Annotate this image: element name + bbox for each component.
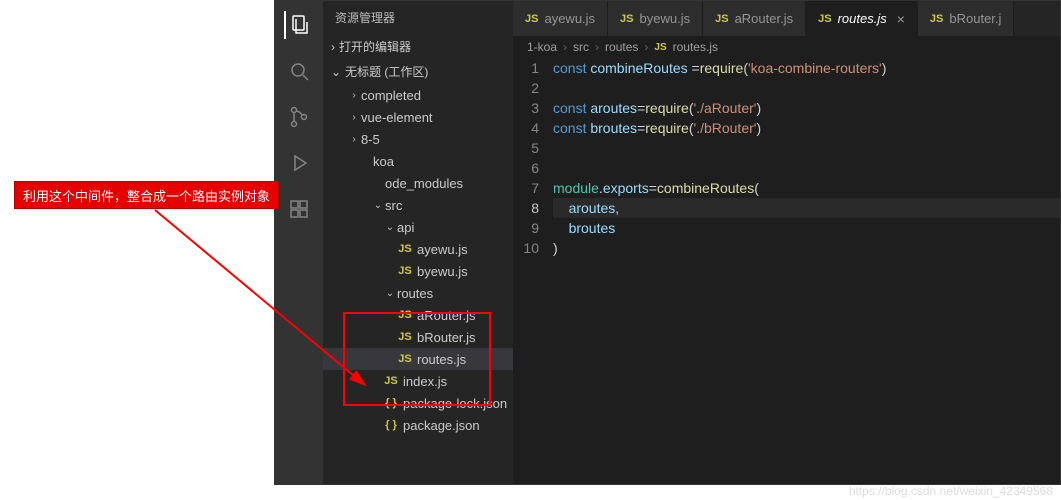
tab-arouter[interactable]: JSaRouter.js: [703, 1, 806, 36]
tab-byewu[interactable]: JSbyewu.js: [608, 1, 703, 36]
tab-routes[interactable]: JSroutes.js×: [806, 1, 918, 36]
search-icon[interactable]: [285, 57, 313, 85]
debug-icon[interactable]: [285, 149, 313, 177]
crumb-4[interactable]: routes.js: [673, 40, 718, 54]
code-line: const combineRoutes =require('koa-combin…: [553, 58, 1060, 78]
folder-8-5[interactable]: ›8-5: [323, 128, 513, 150]
open-editors-header[interactable]: ›打开的编辑器: [323, 34, 513, 59]
chevron-down-icon: ⌄: [331, 65, 341, 79]
code-line: aroutes,: [553, 198, 1060, 218]
file-routes[interactable]: JSroutes.js: [323, 348, 513, 370]
extensions-icon[interactable]: [285, 195, 313, 223]
file-brouter[interactable]: JSbRouter.js: [323, 326, 513, 348]
js-icon: JS: [397, 353, 413, 365]
crumb-2[interactable]: src: [573, 40, 589, 54]
tab-ayewu[interactable]: JSayewu.js: [513, 1, 608, 36]
folder-vue-element[interactable]: ›vue-element: [323, 106, 513, 128]
folder-src[interactable]: ⌄src: [323, 194, 513, 216]
json-icon: { }: [383, 419, 399, 431]
code-line: const broutes=require('./bRouter'): [553, 118, 1060, 138]
js-icon: JS: [397, 309, 413, 321]
js-icon: JS: [383, 375, 399, 387]
code-line: [553, 138, 1060, 158]
code-line: broutes: [553, 218, 1060, 238]
explorer-sidebar: 资源管理器 ›打开的编辑器 ⌄无标题 (工作区) ›completed ›vue…: [323, 1, 513, 484]
js-icon: JS: [397, 243, 413, 255]
folder-api[interactable]: ⌄api: [323, 216, 513, 238]
file-pkg-lock[interactable]: { }package-lock.json: [323, 392, 513, 414]
chevron-right-icon: ›: [347, 90, 361, 101]
file-index[interactable]: JSindex.js: [323, 370, 513, 392]
code-line: const aroutes=require('./aRouter'): [553, 98, 1060, 118]
chevron-right-icon: ›: [347, 134, 361, 145]
file-byewu[interactable]: JSbyewu.js: [323, 260, 513, 282]
folder-koa[interactable]: koa: [323, 150, 513, 172]
workspace-header[interactable]: ⌄无标题 (工作区): [323, 59, 513, 84]
js-icon: JS: [397, 331, 413, 343]
crumb-3[interactable]: routes: [605, 40, 638, 54]
folder-node-modules[interactable]: ode_modules: [323, 172, 513, 194]
folder-completed[interactable]: ›completed: [323, 84, 513, 106]
file-arouter[interactable]: JSaRouter.js: [323, 304, 513, 326]
editor-tabs: JSayewu.js JSbyewu.js JSaRouter.js JSrou…: [513, 1, 1060, 36]
json-icon: { }: [383, 397, 399, 409]
js-icon: JS: [525, 13, 538, 25]
js-icon: JS: [818, 13, 831, 25]
annotation-callout: 利用这个中间件，整合成一个路由实例对象: [14, 181, 279, 209]
code-line: module.exports=combineRoutes(: [553, 178, 1060, 198]
breadcrumb[interactable]: 1-koa › src › routes › JS routes.js: [513, 36, 1060, 58]
file-tree: ›completed ›vue-element ›8-5 koa ode_mod…: [323, 84, 513, 484]
code-line: [553, 78, 1060, 98]
chevron-right-icon: ›: [347, 112, 361, 123]
chevron-right-icon: ›: [563, 40, 567, 54]
close-icon[interactable]: ×: [897, 11, 905, 27]
file-ayewu[interactable]: JSayewu.js: [323, 238, 513, 260]
js-icon: JS: [654, 42, 666, 53]
js-icon: JS: [930, 13, 943, 25]
editor-area: JSayewu.js JSbyewu.js JSaRouter.js JSrou…: [513, 1, 1060, 484]
activity-bar: [275, 1, 323, 484]
chevron-right-icon: ›: [595, 40, 599, 54]
vscode-window: 资源管理器 ›打开的编辑器 ⌄无标题 (工作区) ›completed ›vue…: [274, 0, 1061, 485]
js-icon: JS: [397, 265, 413, 277]
sidebar-title: 资源管理器: [323, 1, 513, 34]
chevron-right-icon: ›: [331, 40, 335, 54]
js-icon: JS: [620, 13, 633, 25]
crumb-1[interactable]: 1-koa: [527, 40, 557, 54]
code-line: ): [553, 238, 1060, 258]
chevron-down-icon: ⌄: [371, 200, 385, 211]
js-icon: JS: [715, 13, 728, 25]
line-gutter: 1 2 3 4 5 6 7 8 9 10: [513, 58, 553, 484]
tab-brouter[interactable]: JSbRouter.j: [918, 1, 1015, 36]
chevron-down-icon: ⌄: [383, 222, 397, 233]
explorer-icon[interactable]: [284, 11, 312, 39]
scm-icon[interactable]: [285, 103, 313, 131]
folder-routes[interactable]: ⌄routes: [323, 282, 513, 304]
chevron-right-icon: ›: [644, 40, 648, 54]
watermark: https://blog.csdn.net/weixin_42349568: [849, 484, 1053, 498]
code-editor[interactable]: 1 2 3 4 5 6 7 8 9 10 const combineRoutes…: [513, 58, 1060, 484]
code-line: [553, 158, 1060, 178]
chevron-down-icon: ⌄: [383, 288, 397, 299]
file-pkg[interactable]: { }package.json: [323, 414, 513, 436]
code-content[interactable]: const combineRoutes =require('koa-combin…: [553, 58, 1060, 484]
